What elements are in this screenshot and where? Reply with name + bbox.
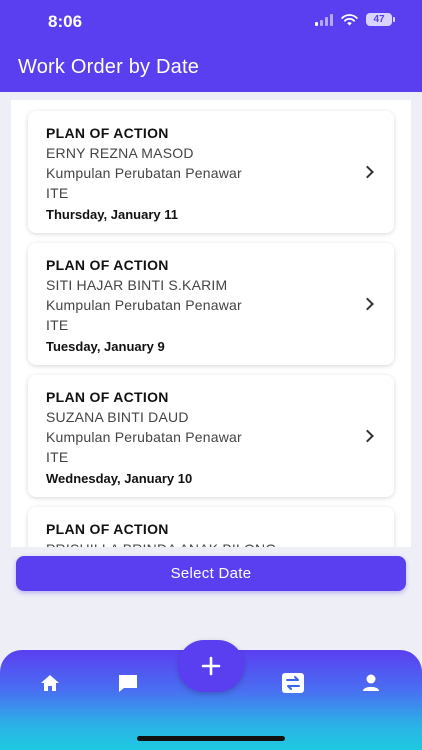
switch-icon (282, 673, 304, 693)
card-content: PLAN OF ACTION SUZANA BINTI DAUD Kumpula… (46, 387, 242, 490)
card-name: PRISHILLA BRINDA ANAK BILONG (46, 539, 276, 547)
nav-profile[interactable] (356, 668, 386, 698)
card-title: PLAN OF ACTION (46, 389, 169, 405)
work-order-card[interactable]: PLAN OF ACTION PRISHILLA BRINDA ANAK BIL… (28, 507, 394, 547)
work-order-card[interactable]: PLAN OF ACTION SITI HAJAR BINTI S.KARIM … (28, 243, 394, 365)
card-title: PLAN OF ACTION (46, 257, 169, 273)
work-order-card[interactable]: PLAN OF ACTION SUZANA BINTI DAUD Kumpula… (28, 375, 394, 497)
app-bar: Work Order by Date (0, 44, 422, 92)
page-title: Work Order by Date (18, 56, 200, 78)
nav-switch[interactable] (278, 668, 308, 698)
chat-icon (119, 675, 137, 692)
card-name: SITI HAJAR BINTI S.KARIM (46, 277, 228, 293)
card-date: Tuesday, January 9 (46, 339, 165, 354)
nav-home[interactable] (35, 668, 65, 698)
card-name: SUZANA BINTI DAUD (46, 409, 189, 425)
home-indicator (137, 736, 285, 741)
status-time: 8:06 (48, 12, 83, 31)
battery-level: 47 (373, 14, 385, 25)
card-title: PLAN OF ACTION (46, 521, 169, 537)
chevron-right-icon (361, 297, 374, 311)
card-content: PLAN OF ACTION PRISHILLA BRINDA ANAK BIL… (46, 519, 276, 547)
status-bar: 8:06 47 (0, 0, 422, 44)
card-date: Wednesday, January 10 (46, 471, 193, 486)
card-title: PLAN OF ACTION (46, 125, 169, 141)
select-date-button[interactable]: Select Date (16, 556, 406, 591)
card-group: Kumpulan Perubatan Penawar (46, 429, 242, 445)
card-dept: ITE (46, 185, 69, 201)
card-dept: ITE (46, 449, 69, 465)
card-group: Kumpulan Perubatan Penawar (46, 297, 242, 313)
card-name: ERNY REZNA MASOD (46, 145, 194, 161)
add-icon (201, 656, 221, 676)
work-order-list[interactable]: PLAN OF ACTION ERNY REZNA MASOD Kumpulan… (11, 100, 411, 547)
chevron-right-icon (361, 429, 374, 443)
battery-icon: 47 (366, 13, 395, 26)
profile-icon (363, 674, 379, 691)
status-icons: 47 (315, 13, 395, 26)
card-content: PLAN OF ACTION ERNY REZNA MASOD Kumpulan… (46, 123, 242, 226)
wifi-icon (341, 13, 358, 25)
add-button[interactable] (178, 640, 244, 692)
home-icon (41, 675, 59, 691)
signal-icon (315, 13, 333, 26)
card-group: Kumpulan Perubatan Penawar (46, 165, 242, 181)
card-date: Thursday, January 11 (46, 207, 178, 222)
work-order-card[interactable]: PLAN OF ACTION ERNY REZNA MASOD Kumpulan… (28, 111, 394, 233)
card-dept: ITE (46, 317, 69, 333)
chevron-right-icon (361, 165, 374, 179)
card-content: PLAN OF ACTION SITI HAJAR BINTI S.KARIM … (46, 255, 242, 358)
nav-messages[interactable] (113, 668, 143, 698)
